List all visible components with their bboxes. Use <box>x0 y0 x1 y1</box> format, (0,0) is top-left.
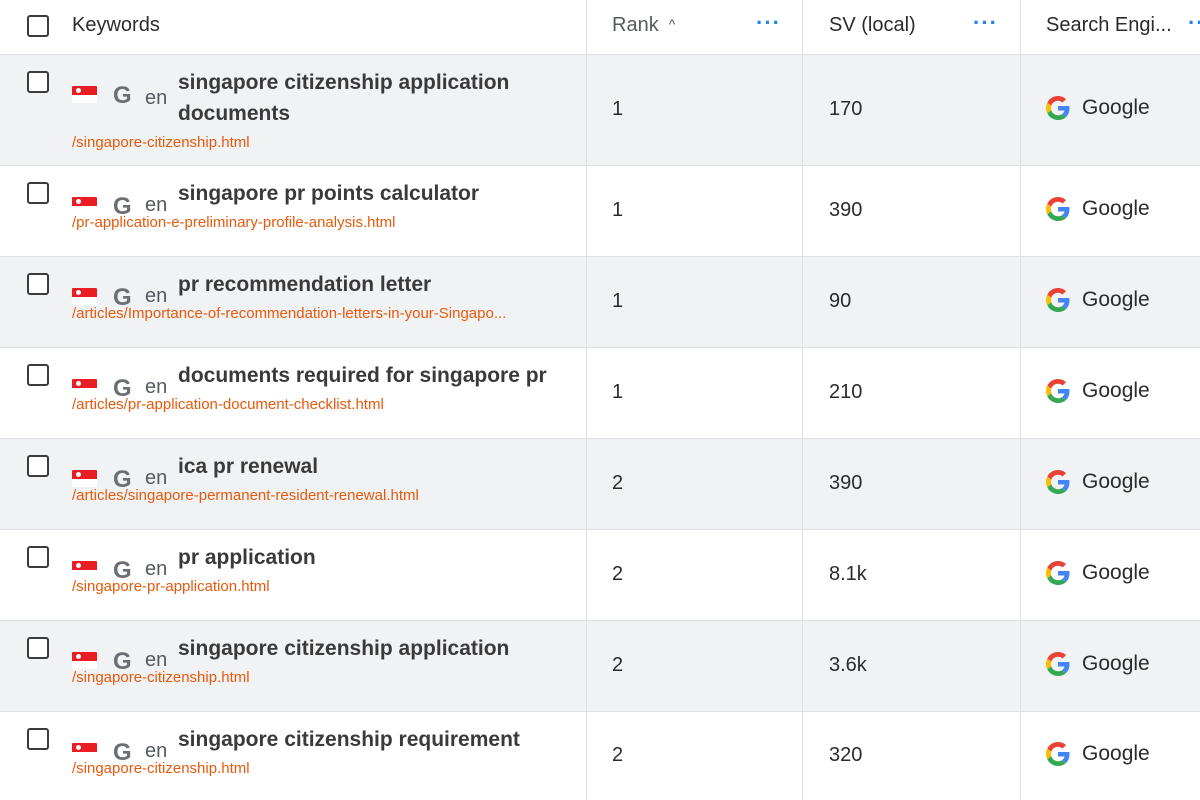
singapore-flag-icon <box>72 379 97 396</box>
search-volume-value: 390 <box>829 472 863 494</box>
google-logo-icon <box>1046 379 1070 403</box>
search-engine-name: Google <box>1082 197 1150 220</box>
rank-column-menu-icon[interactable]: ··· <box>756 12 781 34</box>
keyword-text[interactable]: pr recommendation letter <box>178 269 431 300</box>
singapore-flag-icon <box>72 197 97 214</box>
google-logo-icon <box>1046 561 1070 585</box>
search-volume-value: 8.1k <box>829 563 867 585</box>
search-engine-name: Google <box>1082 561 1150 584</box>
search-volume-value: 390 <box>829 199 863 221</box>
singapore-flag-icon <box>72 561 97 578</box>
row-checkbox[interactable] <box>27 364 49 386</box>
row-checkbox[interactable] <box>27 455 49 477</box>
google-logo-icon <box>1046 652 1070 676</box>
keyword-line: singapore citizenship application <box>178 71 510 94</box>
rank-value: 2 <box>612 472 624 494</box>
row-checkbox[interactable] <box>27 182 49 204</box>
select-all-checkbox[interactable] <box>27 15 49 37</box>
column-divider <box>802 0 803 800</box>
singapore-flag-icon <box>72 86 97 103</box>
search-engine-cell: Google <box>1046 96 1150 120</box>
keyword-text[interactable]: singapore pr points calculator <box>178 178 479 209</box>
singapore-flag-icon <box>72 288 97 305</box>
ranking-url-link[interactable]: /singapore-pr-application.html <box>72 577 270 597</box>
search-engine-cell: Google <box>1046 288 1150 312</box>
row-checkbox[interactable] <box>27 273 49 295</box>
search-engine-cell: Google <box>1046 379 1150 403</box>
rank-value: 1 <box>612 290 624 312</box>
search-engine-cell: Google <box>1046 197 1150 221</box>
google-logo-icon <box>1046 742 1070 766</box>
search-volume-value: 210 <box>829 381 863 403</box>
search-engine-name: Google <box>1082 96 1150 119</box>
search-volume-value: 170 <box>829 98 863 120</box>
keyword-text[interactable]: ica pr renewal <box>178 451 318 482</box>
search-engine-column-header[interactable]: Search Engi... <box>1046 14 1172 37</box>
search-volume-value: 90 <box>829 290 852 312</box>
keyword-line: singapore citizenship requirement <box>178 728 520 751</box>
search-engine-name: Google <box>1082 652 1150 675</box>
search-engine-cell: Google <box>1046 742 1150 766</box>
keyword-line: pr recommendation letter <box>178 273 432 296</box>
search-engine-cell: Google <box>1046 470 1150 494</box>
rank-value: 1 <box>612 98 624 120</box>
row-checkbox[interactable] <box>27 71 49 93</box>
rank-value: 1 <box>612 199 624 221</box>
google-logo-icon <box>1046 288 1070 312</box>
rank-column-header[interactable]: Rank ^ <box>612 14 675 37</box>
search-volume-value: 320 <box>829 744 863 766</box>
google-engine-icon: G <box>113 82 132 109</box>
search-engine-name: Google <box>1082 379 1150 402</box>
singapore-flag-icon <box>72 470 97 487</box>
ranking-url-link[interactable]: /singapore-citizenship.html <box>72 759 250 779</box>
keywords-table: Keywords Rank ^ ··· SV (local) ··· Search… <box>0 0 1200 800</box>
sort-ascending-icon: ^ <box>668 16 676 32</box>
column-divider <box>586 0 587 800</box>
rank-header-label: Rank <box>612 14 659 36</box>
keyword-text[interactable]: singapore citizenship application docume… <box>178 67 509 129</box>
rank-value: 1 <box>612 381 624 403</box>
search-engine-cell: Google <box>1046 561 1150 585</box>
ranking-url-link[interactable]: /singapore-citizenship.html <box>72 668 250 688</box>
keyword-text[interactable]: pr application <box>178 542 316 573</box>
search-engine-cell: Google <box>1046 652 1150 676</box>
singapore-flag-icon <box>72 652 97 669</box>
keyword-line: singapore citizenship application <box>178 637 510 660</box>
row-checkbox[interactable] <box>27 546 49 568</box>
google-logo-icon <box>1046 96 1070 120</box>
keyword-line: pr application <box>178 546 316 569</box>
google-logo-icon <box>1046 470 1070 494</box>
rank-value: 2 <box>612 654 624 676</box>
rank-value: 2 <box>612 563 624 585</box>
row-checkbox[interactable] <box>27 728 49 750</box>
rank-value: 2 <box>612 744 624 766</box>
language-code: en <box>145 87 168 109</box>
ranking-url-link[interactable]: /articles/pr-application-document-checkl… <box>72 395 384 415</box>
singapore-flag-icon <box>72 743 97 760</box>
column-divider <box>1020 0 1021 800</box>
keyword-line: documents required for singapore pr <box>178 364 547 387</box>
row-checkbox[interactable] <box>27 637 49 659</box>
search-volume-value: 3.6k <box>829 654 867 676</box>
sv-column-menu-icon[interactable]: ··· <box>973 12 998 34</box>
ranking-url-link[interactable]: /articles/singapore-permanent-resident-r… <box>72 486 419 506</box>
ranking-url-link[interactable]: /pr-application-e-preliminary-profile-an… <box>72 213 395 233</box>
sv-column-header[interactable]: SV (local) <box>829 14 916 37</box>
keyword-text[interactable]: singapore citizenship application <box>178 633 509 664</box>
search-engine-name: Google <box>1082 470 1150 493</box>
ranking-url-link[interactable]: /singapore-citizenship.html <box>72 133 250 153</box>
google-logo-icon <box>1046 197 1070 221</box>
keyword-line: documents <box>178 102 291 125</box>
keyword-line: singapore pr points calculator <box>178 182 480 205</box>
search-engine-name: Google <box>1082 288 1150 311</box>
keywords-column-header[interactable]: Keywords <box>72 14 160 37</box>
keyword-text[interactable]: singapore citizenship requirement <box>178 724 520 755</box>
search-engine-name: Google <box>1082 742 1150 765</box>
search-engine-column-menu-icon[interactable]: ··· <box>1188 12 1200 34</box>
keyword-line: ica pr renewal <box>178 455 319 478</box>
ranking-url-link[interactable]: /articles/Importance-of-recommendation-l… <box>72 304 506 324</box>
keyword-text[interactable]: documents required for singapore pr <box>178 360 547 391</box>
